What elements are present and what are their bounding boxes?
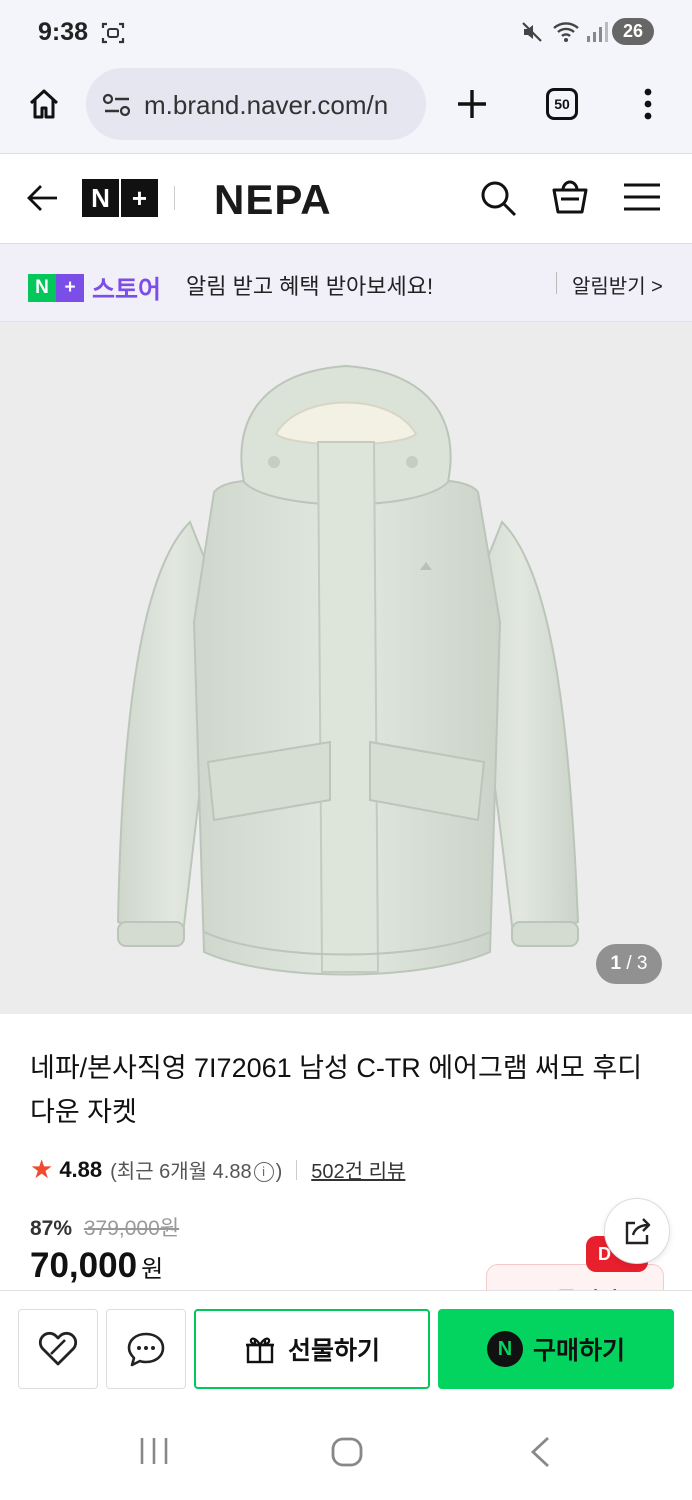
new-tab-button[interactable] bbox=[448, 80, 496, 128]
site-settings-icon[interactable] bbox=[102, 92, 132, 123]
signal-icon bbox=[586, 20, 608, 49]
gift-label: 선물하기 bbox=[287, 1337, 380, 1365]
home-nav-icon bbox=[331, 1437, 363, 1467]
store-badge-plus: + bbox=[56, 274, 84, 302]
rating-row: ★ 4.88 (최근 6개월 4.88 i) 502건 리뷰 bbox=[30, 1154, 405, 1185]
talk-button[interactable] bbox=[106, 1309, 186, 1389]
currency-unit: 원 bbox=[141, 1256, 164, 1283]
wifi-icon bbox=[552, 20, 582, 49]
search-icon bbox=[481, 181, 517, 217]
sale-price: 70,000 원 bbox=[30, 1246, 163, 1286]
naver-pay-n-icon: N bbox=[486, 1331, 523, 1367]
battery-indicator: 26 bbox=[612, 18, 654, 45]
banner-message: 알림 받고 혜택 받아보세요! bbox=[186, 274, 434, 299]
home-nav-button[interactable] bbox=[330, 1436, 364, 1473]
naver-plus-store-logo: N + 스토어 bbox=[28, 270, 161, 306]
browser-menu-button[interactable] bbox=[624, 80, 672, 128]
plus-icon bbox=[458, 90, 486, 118]
recents-button[interactable] bbox=[138, 1436, 170, 1471]
rating-score: 4.88 bbox=[59, 1156, 103, 1182]
search-button[interactable] bbox=[478, 178, 518, 223]
buy-button[interactable]: N 구매하기 bbox=[438, 1309, 674, 1389]
site-header: N + NEPA bbox=[0, 154, 692, 244]
info-icon[interactable]: i bbox=[253, 1162, 274, 1182]
gift-icon bbox=[245, 1337, 274, 1364]
recent-rating-text: (최근 6개월 4.88 bbox=[110, 1161, 252, 1183]
chevron-left-icon bbox=[530, 1436, 549, 1468]
store-label: 스토어 bbox=[92, 276, 162, 304]
banner-divider bbox=[556, 272, 557, 294]
home-button[interactable] bbox=[20, 80, 68, 128]
recent-rating-close: ) bbox=[275, 1161, 283, 1183]
more-vertical-icon bbox=[644, 88, 652, 120]
back-button[interactable] bbox=[26, 182, 60, 219]
gift-button[interactable]: 선물하기 bbox=[194, 1309, 430, 1389]
notify-banner: N + 스토어 알림 받고 혜택 받아보세요! 알림받기 > bbox=[0, 244, 692, 322]
image-counter-current: 1 bbox=[610, 953, 622, 974]
screenshot-icon bbox=[100, 20, 126, 51]
android-nav-bar bbox=[0, 1402, 692, 1500]
discount-percent: 87% bbox=[30, 1217, 73, 1240]
original-price: 379,000원 bbox=[83, 1217, 180, 1240]
header-divider bbox=[174, 186, 175, 210]
back-nav-button[interactable] bbox=[528, 1436, 552, 1473]
image-counter: 1 / 3 bbox=[596, 944, 662, 984]
share-icon bbox=[625, 1218, 651, 1245]
naver-plus-n: N bbox=[91, 183, 110, 213]
brand-logo[interactable]: NEPA bbox=[214, 176, 332, 224]
discount-row: 87% 379,000원 bbox=[30, 1212, 179, 1242]
hamburger-icon bbox=[624, 183, 660, 211]
image-counter-total: 3 bbox=[636, 953, 648, 974]
chat-bubble-icon bbox=[127, 1332, 165, 1367]
url-text[interactable]: m.brand.naver.com/n bbox=[144, 90, 388, 121]
star-icon: ★ bbox=[30, 1154, 54, 1184]
status-time: 9:38 bbox=[38, 18, 89, 46]
sale-price-value: 70,000 bbox=[30, 1246, 138, 1285]
notify-button[interactable]: 알림받기 > bbox=[572, 270, 663, 299]
product-image bbox=[116, 364, 580, 976]
wishlist-button[interactable] bbox=[18, 1309, 98, 1389]
home-icon bbox=[29, 89, 59, 119]
status-bar: 9:38 26 bbox=[0, 0, 692, 64]
mute-icon bbox=[520, 20, 544, 49]
product-image-carousel[interactable]: 1 / 3 bbox=[0, 322, 692, 1014]
tab-switcher-button[interactable]: 50 bbox=[538, 80, 586, 128]
heart-link-icon bbox=[38, 1331, 78, 1366]
product-title: 네파/본사직영 7I72061 남성 C-TR 에어그램 써모 후디 다운 자켓 bbox=[30, 1053, 643, 1127]
image-counter-separator: / bbox=[626, 953, 632, 974]
product-info: 네파/본사직영 7I72061 남성 C-TR 에어그램 써모 후디 다운 자켓… bbox=[0, 1014, 692, 1304]
recents-icon bbox=[140, 1438, 168, 1464]
url-bar[interactable]: m.brand.naver.com/n bbox=[86, 68, 426, 140]
purchase-bar: 선물하기 N 구매하기 bbox=[0, 1290, 692, 1402]
naver-plus-plus: + bbox=[119, 179, 158, 217]
reviews-link[interactable]: 502건 리뷰 bbox=[311, 1155, 405, 1184]
menu-button[interactable] bbox=[624, 182, 660, 217]
tab-count: 50 bbox=[546, 88, 578, 120]
share-button[interactable] bbox=[604, 1198, 670, 1264]
buy-label: 구매하기 bbox=[532, 1337, 625, 1365]
naver-plus-badge[interactable]: N + bbox=[82, 179, 158, 217]
recent-rating: (최근 6개월 4.88 i) bbox=[110, 1155, 282, 1184]
store-badge-n: N bbox=[28, 274, 56, 302]
arrow-left-icon bbox=[27, 185, 57, 211]
rating-divider bbox=[296, 1159, 298, 1180]
shopping-bag-icon bbox=[552, 180, 588, 214]
cart-button[interactable] bbox=[550, 176, 590, 221]
browser-toolbar: m.brand.naver.com/n 50 bbox=[0, 64, 692, 154]
